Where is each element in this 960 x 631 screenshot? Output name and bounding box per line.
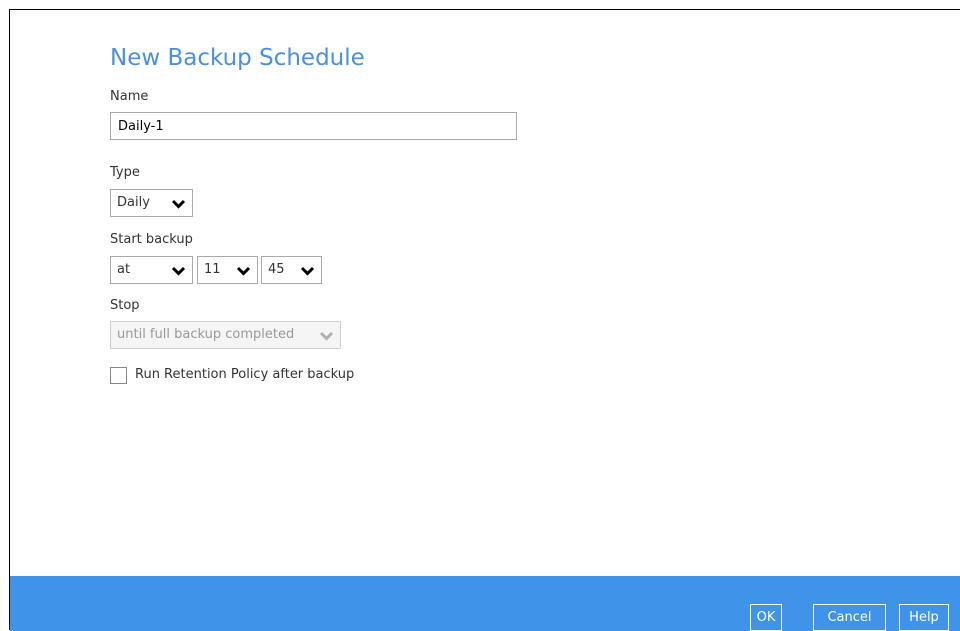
dialog-window: New Backup Schedule Name Type Daily Star… — [9, 9, 960, 631]
stop-label: Stop — [110, 298, 140, 313]
chevron-down-icon — [171, 196, 186, 211]
start-mode-value: at — [117, 262, 131, 277]
name-label: Name — [110, 89, 149, 104]
cancel-button[interactable]: Cancel — [813, 604, 886, 631]
type-label: Type — [110, 165, 140, 180]
dialog-title: New Backup Schedule — [110, 45, 365, 71]
start-mode-select[interactable]: at — [110, 256, 193, 284]
start-backup-label: Start backup — [110, 232, 193, 247]
start-hour-select[interactable]: 11 — [197, 256, 258, 284]
help-button[interactable]: Help — [899, 604, 949, 631]
chevron-down-icon — [319, 328, 334, 343]
chevron-down-icon — [300, 263, 315, 278]
name-input[interactable] — [110, 112, 517, 140]
start-minute-value: 45 — [268, 262, 285, 277]
ok-button[interactable]: OK — [750, 604, 782, 631]
stop-select-value: until full backup completed — [117, 327, 295, 342]
chevron-down-icon — [171, 263, 186, 278]
stop-select[interactable]: until full backup completed — [110, 321, 341, 349]
retention-label: Run Retention Policy after backup — [135, 367, 355, 382]
type-select-value: Daily — [117, 195, 150, 210]
type-select[interactable]: Daily — [110, 189, 193, 217]
start-hour-value: 11 — [204, 262, 221, 277]
retention-checkbox[interactable] — [110, 367, 127, 384]
start-minute-select[interactable]: 45 — [261, 256, 322, 284]
chevron-down-icon — [236, 263, 251, 278]
